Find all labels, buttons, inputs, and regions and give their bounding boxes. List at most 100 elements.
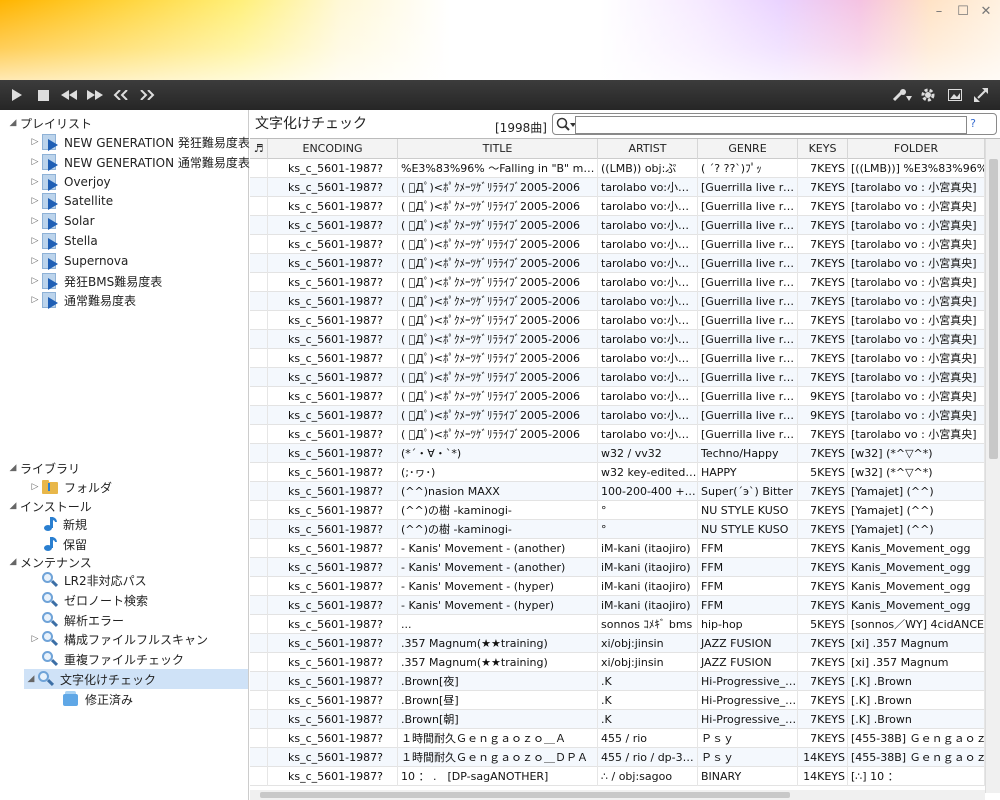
previous-button[interactable]	[108, 80, 134, 110]
fullscreen-button[interactable]	[968, 80, 994, 110]
cell-genre: [Guerrilla live rec]	[698, 235, 798, 254]
sidebar-item-playlist[interactable]: ▷ Satellite	[28, 191, 113, 211]
table-row[interactable]: ks_c_5601-1987?( ﾟДﾟ)<ﾎﾟｸﾒｰﾂｹﾞﾘﾗﾗｲﾌﾞ2005…	[250, 368, 985, 387]
table-row[interactable]: ks_c_5601-1987? (^^)nasion MAXX 100-200-40…	[250, 482, 985, 501]
collapse-arrow-icon[interactable]: ▷	[28, 196, 42, 206]
table-row[interactable]: ks_c_5601-1987?( ﾟДﾟ)<ﾎﾟｸﾒｰﾂｹﾞﾘﾗﾗｲﾌﾞ2005…	[250, 292, 985, 311]
tree-section-install[interactable]: ◢ インストール	[6, 496, 92, 516]
sidebar-item-full-scan[interactable]: ▷ 構成ファイルフルスキャン	[28, 629, 208, 649]
table-row[interactable]: ks_c_5601-1987? .Brown[夜] .K Hi-Progressive…	[250, 672, 985, 691]
collapse-arrow-icon[interactable]: ▷	[28, 177, 42, 187]
sidebar-item-lr2-path[interactable]: LR2非対応パス	[42, 570, 147, 590]
collapse-arrow-icon[interactable]: ▷	[28, 276, 42, 286]
table-row[interactable]: ks_c_5601-1987? (^^)の樹 -kaminogi- ° NU STYL…	[250, 501, 985, 520]
sidebar-item-playlist[interactable]: ▷ Solar	[28, 211, 95, 231]
settings-button[interactable]	[915, 80, 941, 110]
table-row[interactable]: ks_c_5601-1987? - Kanis' Movement - (anot…	[250, 539, 985, 558]
expand-arrow-icon[interactable]: ◢	[6, 557, 20, 567]
sidebar-item-new[interactable]: 新規	[42, 514, 87, 534]
table-row[interactable]: ks_c_5601-1987? .357 Magnum(★★training) xi…	[250, 634, 985, 653]
sidebar-item-folder[interactable]: ▷ フォルダ	[28, 477, 112, 497]
search-icon	[42, 592, 60, 608]
table-row[interactable]: ks_c_5601-1987?( ﾟДﾟ)<ﾎﾟｸﾒｰﾂｹﾞﾘﾗﾗｲﾌﾞ2005…	[250, 406, 985, 425]
table-row[interactable]: ks_c_5601-1987? １時間耐久Ｇｅｎｇａｏｚｏ＿ＤＰＡ 455 / ri…	[250, 748, 985, 767]
sidebar-item-zero-note[interactable]: ゼロノート検索	[42, 590, 148, 610]
sidebar-item-parse-error[interactable]: 解析エラー	[42, 610, 124, 630]
maximize-button[interactable]: ☐	[954, 4, 972, 20]
tree-section-playlist[interactable]: ◢ プレイリスト	[6, 113, 92, 133]
scroll-thumb[interactable]	[989, 159, 998, 459]
column-header-keys[interactable]: KEYS	[798, 139, 848, 159]
scroll-thumb[interactable]	[260, 792, 790, 798]
expand-arrow-icon[interactable]: ◢	[6, 463, 20, 473]
collapse-arrow-icon[interactable]: ▷	[28, 295, 42, 305]
collapse-arrow-icon[interactable]: ▷	[28, 634, 42, 644]
rewind-button[interactable]	[56, 80, 82, 110]
sidebar-item-duplicate-check[interactable]: 重複ファイルチェック	[42, 649, 184, 669]
sidebar-item-mojibake-check[interactable]: ◢ 文字化けチェック	[24, 669, 248, 689]
table-row[interactable]: ks_c_5601-1987?( ﾟДﾟ)<ﾎﾟｸﾒｰﾂｹﾞﾘﾗﾗｲﾌﾞ2005…	[250, 311, 985, 330]
column-header-encoding[interactable]: ENCODING	[268, 139, 398, 159]
table-row[interactable]: ks_c_5601-1987?( ﾟДﾟ)<ﾎﾟｸﾒｰﾂｹﾞﾘﾗﾗｲﾌﾞ2005…	[250, 216, 985, 235]
sidebar-item-playlist[interactable]: ▷ Stella	[28, 231, 98, 251]
sidebar-item-playlist[interactable]: ▷ NEW GENERATION 発狂難易度表	[28, 132, 250, 152]
tools-button[interactable]	[889, 80, 915, 110]
table-row[interactable]: ks_c_5601-1987?( ﾟДﾟ)<ﾎﾟｸﾒｰﾂｹﾞﾘﾗﾗｲﾌﾞ2005…	[250, 330, 985, 349]
collapse-arrow-icon[interactable]: ▷	[28, 137, 42, 147]
column-header-title[interactable]: TITLE	[398, 139, 598, 159]
sidebar-item-playlist[interactable]: ▷ Overjoy	[28, 172, 111, 192]
tree-section-library[interactable]: ◢ ライブラリ	[6, 458, 80, 478]
column-header-genre[interactable]: GENRE	[698, 139, 798, 159]
column-header-artist[interactable]: ARTIST	[598, 139, 698, 159]
column-header-folder[interactable]: FOLDER	[848, 139, 985, 159]
sidebar-item-fixed[interactable]: 修正済み	[62, 689, 133, 709]
help-link[interactable]: ?	[970, 117, 976, 130]
collapse-arrow-icon[interactable]: ▷	[28, 216, 42, 226]
close-button[interactable]: ✕	[977, 4, 995, 20]
table-row[interactable]: ks_c_5601-1987?( ﾟДﾟ)<ﾎﾟｸﾒｰﾂｹﾞﾘﾗﾗｲﾌﾞ2005…	[250, 197, 985, 216]
image-button[interactable]	[942, 80, 968, 110]
table-row[interactable]: ks_c_5601-1987? (;･ヮ･) w32 key-edited by HA…	[250, 463, 985, 482]
collapse-arrow-icon[interactable]: ▷	[28, 236, 42, 246]
tree-section-maintenance[interactable]: ◢ メンテナンス	[6, 552, 92, 572]
play-button[interactable]	[4, 80, 30, 110]
table-row[interactable]: ks_c_5601-1987? %E3%83%96% ～Falling in "B…	[250, 159, 985, 178]
expand-arrow-icon[interactable]: ◢	[24, 674, 38, 684]
table-row[interactable]: ks_c_5601-1987?( ﾟДﾟ)<ﾎﾟｸﾒｰﾂｹﾞﾘﾗﾗｲﾌﾞ2005…	[250, 425, 985, 444]
table-row[interactable]: ks_c_5601-1987? (*´・∀・`*) w32 / vv32 Techno…	[250, 444, 985, 463]
sidebar-item-playlist[interactable]: ▷ 通常難易度表	[28, 290, 136, 310]
collapse-arrow-icon[interactable]: ▷	[28, 157, 42, 167]
collapse-arrow-icon[interactable]: ▷	[28, 256, 42, 266]
expand-arrow-icon[interactable]: ◢	[6, 501, 20, 511]
next-button[interactable]	[134, 80, 160, 110]
table-row[interactable]: ks_c_5601-1987? .Brown[朝] .K Hi-Progressive…	[250, 710, 985, 729]
collapse-arrow-icon[interactable]: ▷	[28, 482, 42, 492]
sidebar-item-pending[interactable]: 保留	[42, 534, 87, 554]
expand-arrow-icon[interactable]: ◢	[6, 118, 20, 128]
table-row[interactable]: ks_c_5601-1987? - Kanis' Movement - (anot…	[250, 558, 985, 577]
table-row[interactable]: ks_c_5601-1987? 10 ： . [DP-sagANOTHER] ∴ /…	[250, 767, 985, 786]
table-row[interactable]: ks_c_5601-1987? .Brown[昼] .K Hi-Progressive…	[250, 691, 985, 710]
table-row[interactable]: ks_c_5601-1987?( ﾟДﾟ)<ﾎﾟｸﾒｰﾂｹﾞﾘﾗﾗｲﾌﾞ2005…	[250, 235, 985, 254]
vertical-scrollbar[interactable]	[985, 139, 1000, 793]
search-input[interactable]	[575, 116, 967, 134]
table-row[interactable]: ks_c_5601-1987?... sonnos ｺﾒｷﾞ bms hip-hop…	[250, 615, 985, 634]
table-row[interactable]: ks_c_5601-1987?( ﾟДﾟ)<ﾎﾟｸﾒｰﾂｹﾞﾘﾗﾗｲﾌﾞ2005…	[250, 254, 985, 273]
sidebar-item-playlist[interactable]: ▷ 発狂BMS難易度表	[28, 271, 162, 291]
table-row[interactable]: ks_c_5601-1987? １時間耐久Ｇｅｎｇａｏｚｏ＿Ａ 455 / rio Ｐ…	[250, 729, 985, 748]
table-row[interactable]: ks_c_5601-1987? - Kanis' Movement - (hype…	[250, 596, 985, 615]
stop-button[interactable]	[30, 80, 56, 110]
table-row[interactable]: ks_c_5601-1987?( ﾟДﾟ)<ﾎﾟｸﾒｰﾂｹﾞﾘﾗﾗｲﾌﾞ2005…	[250, 273, 985, 292]
sidebar-item-playlist[interactable]: ▷ Supernova	[28, 251, 128, 271]
sidebar-item-playlist[interactable]: ▷ NEW GENERATION 通常難易度表	[28, 152, 250, 172]
fast-forward-button[interactable]	[82, 80, 108, 110]
table-row[interactable]: ks_c_5601-1987? (^^)の樹 -kaminogi- ° NU STYL…	[250, 520, 985, 539]
table-row[interactable]: ks_c_5601-1987?( ﾟДﾟ)<ﾎﾟｸﾒｰﾂｹﾞﾘﾗﾗｲﾌﾞ2005…	[250, 387, 985, 406]
table-row[interactable]: ks_c_5601-1987?( ﾟДﾟ)<ﾎﾟｸﾒｰﾂｹﾞﾘﾗﾗｲﾌﾞ2005…	[250, 349, 985, 368]
table-row[interactable]: ks_c_5601-1987? .357 Magnum(★★training) xi…	[250, 653, 985, 672]
column-header-icon[interactable]: ♬	[250, 139, 268, 159]
minimize-button[interactable]: –	[930, 4, 948, 20]
horizontal-scrollbar[interactable]	[250, 790, 985, 800]
table-row[interactable]: ks_c_5601-1987?( ﾟДﾟ)<ﾎﾟｸﾒｰﾂｹﾞﾘﾗﾗｲﾌﾞ2005…	[250, 178, 985, 197]
table-row[interactable]: ks_c_5601-1987? - Kanis' Movement - (hype…	[250, 577, 985, 596]
